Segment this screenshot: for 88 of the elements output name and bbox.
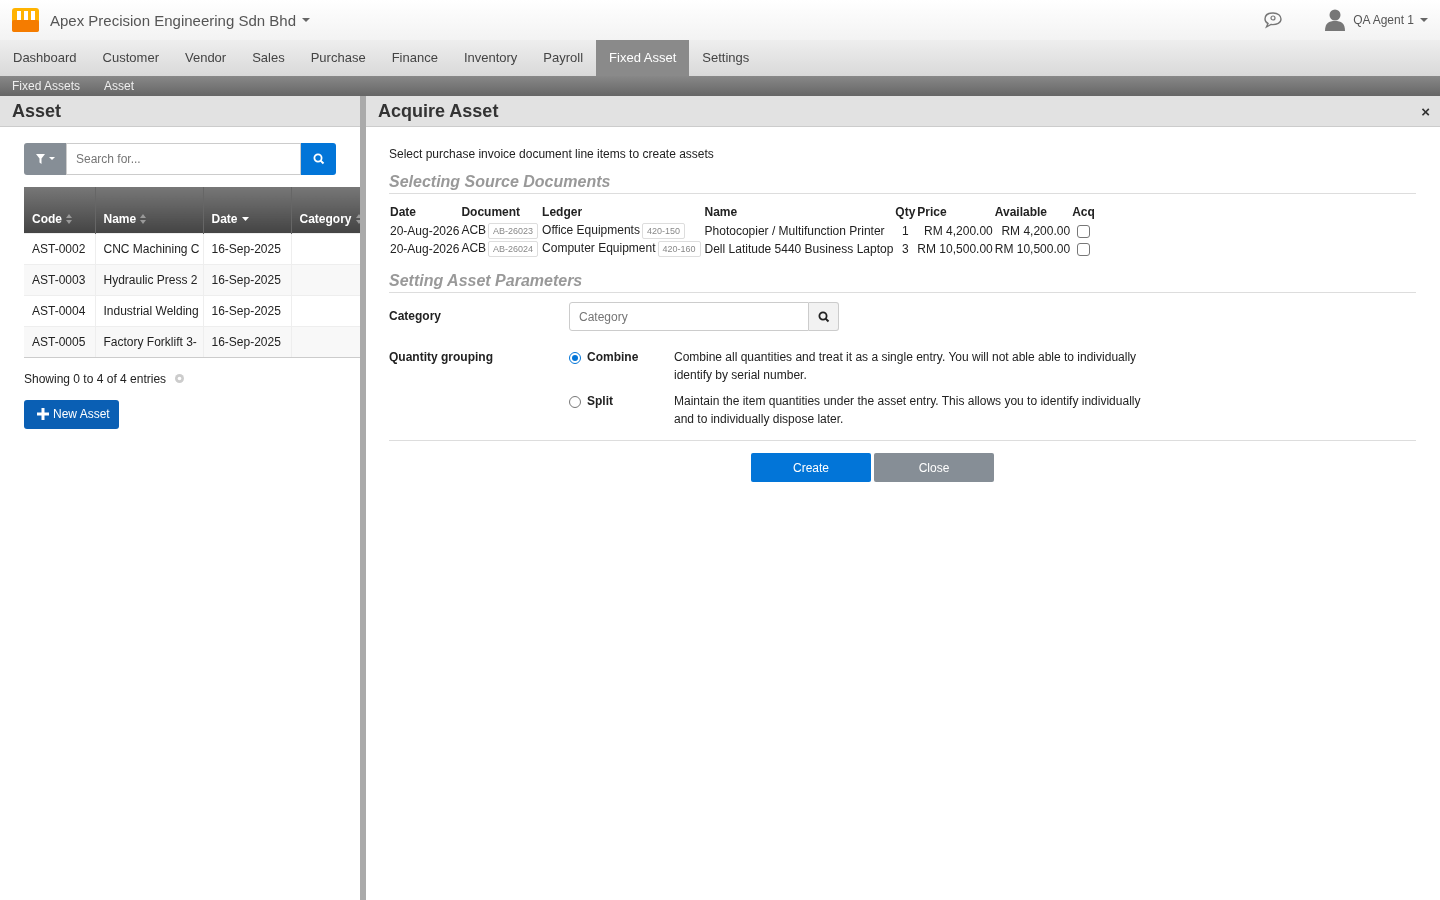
- column-header: Ledger: [541, 204, 584, 221]
- field-label: Quantity grouping: [389, 349, 494, 366]
- table-cell-text: 20-Aug-2026: [389, 223, 461, 240]
- user-menu[interactable]: QA Agent 1: [1353, 13, 1414, 27]
- column-header[interactable]: Name: [95, 187, 203, 233]
- table-cell: 16-Sep-2025: [203, 326, 291, 357]
- column-header: Acq: [1071, 204, 1096, 221]
- field-label: Category: [389, 308, 442, 325]
- create-button[interactable]: Create: [751, 453, 871, 482]
- close-button[interactable]: ×: [1421, 102, 1430, 120]
- plus-icon: [37, 408, 49, 420]
- table-cell: 16-Sep-2025: [203, 233, 291, 264]
- table-cell: ACB: [461, 223, 487, 238]
- caret-icon[interactable]: [302, 18, 310, 22]
- logo-icon: [12, 8, 39, 32]
- option-label[interactable]: Combine: [587, 350, 674, 384]
- nav-tab[interactable]: Sales: [239, 40, 298, 76]
- table-cell: AST-0003: [24, 264, 95, 295]
- table-cell-text: RM 10,500.00: [916, 241, 994, 258]
- search-button[interactable]: [809, 302, 839, 331]
- company-name[interactable]: Apex Precision Engineering Sdn Bhd: [50, 11, 296, 29]
- document-tag: AB-26024: [488, 241, 539, 257]
- table-cell-text: RM 10,500.00: [993, 241, 1072, 258]
- table-cell: Industrial Welding: [95, 295, 203, 326]
- new-asset-button[interactable]: New Asset: [24, 399, 119, 429]
- nav-tab[interactable]: Purchase: [297, 40, 379, 76]
- column-header: Available: [993, 204, 1048, 221]
- account-tag: 420-160: [657, 241, 701, 257]
- section-heading: Selecting Source Documents: [389, 173, 1416, 194]
- search-icon: [817, 310, 830, 323]
- table-cell: Computer Equipment: [542, 241, 656, 256]
- checkbox[interactable]: [1077, 225, 1091, 239]
- nav-tab[interactable]: Payroll: [530, 40, 597, 76]
- nav-tab[interactable]: Dashboard: [0, 40, 90, 76]
- filter-icon: [35, 154, 45, 164]
- table-cell: AST-0005: [24, 326, 95, 357]
- option-label[interactable]: Split: [587, 394, 674, 428]
- column-header: Document: [460, 204, 522, 221]
- account-tag: 420-150: [641, 223, 685, 239]
- table-cell: AST-0002: [24, 233, 95, 264]
- option-description: Maintain the item quantities under the asset entry. This allows you to identify individually and to individually dispose later.: [674, 393, 1142, 428]
- table-cell-text: RM 4,200.00: [923, 223, 994, 240]
- instruction-text: Select purchase invoice document line items to create assets: [389, 147, 715, 161]
- splitter-handle[interactable]: [360, 96, 366, 900]
- entries-info: Showing 0 to 4 of 4 entries: [24, 371, 167, 386]
- table-cell: AST-0004: [24, 295, 95, 326]
- table-cell: 16-Sep-2025: [203, 264, 291, 295]
- user-icon: [1325, 9, 1346, 31]
- search-field[interactable]: Search for...: [66, 143, 301, 175]
- column-header: Qty: [894, 204, 917, 221]
- breadcrumb-link[interactable]: Fixed Assets: [12, 79, 81, 93]
- table-cell-text: 20-Aug-2026: [389, 241, 461, 258]
- nav-tab[interactable]: Vendor: [171, 40, 240, 76]
- document-tag: AB-26023: [488, 223, 539, 239]
- nav-tab[interactable]: Customer: [89, 40, 172, 76]
- nav-tab[interactable]: Settings: [689, 40, 763, 76]
- table-cell-text: 3: [901, 241, 910, 258]
- table-cell-text: 1: [901, 223, 910, 240]
- gear-icon: [174, 373, 186, 384]
- column-header: Name: [703, 204, 739, 221]
- nav-tab[interactable]: Finance: [378, 40, 451, 76]
- table-cell: ACB: [461, 241, 487, 256]
- column-header[interactable]: Date: [203, 187, 291, 233]
- checkbox[interactable]: [1077, 243, 1091, 257]
- search-icon: [312, 153, 325, 165]
- table-cell-text: Photocopier / Multifunction Printer: [703, 223, 886, 240]
- table-cell: Office Equipments: [542, 223, 640, 238]
- nav-tab[interactable]: Inventory: [450, 40, 531, 76]
- table-cell: CNC Machining C: [95, 233, 203, 264]
- column-header: Price: [916, 204, 948, 221]
- category-field[interactable]: Category: [569, 302, 809, 331]
- column-header[interactable]: Category: [291, 187, 360, 233]
- table-cell-text: Dell Latitude 5440 Business Laptop: [703, 241, 895, 258]
- table-cell: Factory Forklift 3-: [95, 326, 203, 357]
- caret-icon[interactable]: [1420, 18, 1428, 22]
- chat-icon: [1263, 11, 1284, 29]
- table-cell: Hydraulic Press 2: [95, 264, 203, 295]
- breadcrumb-link[interactable]: Asset: [104, 79, 135, 93]
- column-header: Date: [389, 204, 417, 221]
- table-cell: 16-Sep-2025: [203, 295, 291, 326]
- table-cell-text: RM 4,200.00: [1000, 223, 1072, 240]
- panel-title: Asset: [0, 96, 360, 127]
- section-heading: Setting Asset Parameters: [389, 272, 1416, 293]
- caret-icon: [48, 157, 55, 161]
- filter-button[interactable]: [24, 143, 66, 175]
- option-description: Combine all quantities and treat it as a single entry. You will not able able to individually identify by serial number.: [674, 349, 1138, 384]
- dialog-title: Acquire Asset: [378, 100, 499, 122]
- column-header[interactable]: Code: [24, 187, 95, 233]
